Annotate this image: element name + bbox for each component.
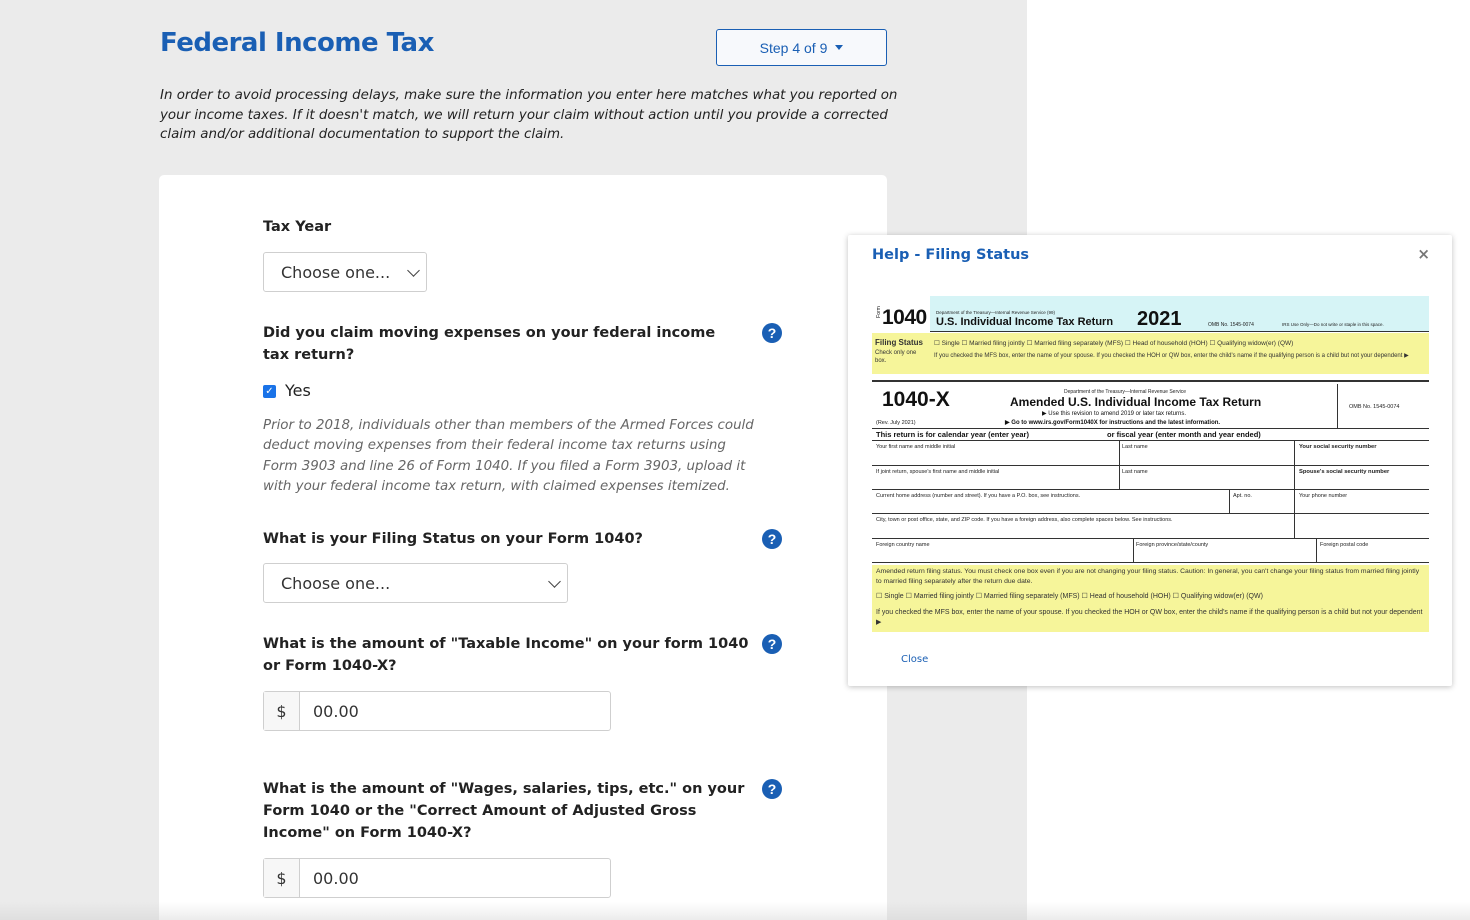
form-line (1119, 440, 1120, 490)
form-amended-options: ☐ Single ☐ Married filing jointly ☐ Marr… (876, 593, 1263, 600)
form-calendar-year: This return is for calendar year (enter … (876, 430, 1029, 439)
dollar-prefix: $ (264, 692, 300, 730)
tax-year-label: Tax Year (263, 219, 332, 235)
form-ssn: Your social security number (1299, 444, 1377, 450)
form-line (1337, 384, 1338, 428)
chevron-down-icon (407, 264, 420, 277)
form-line (1229, 489, 1230, 513)
form-line (872, 489, 1429, 490)
form-spouse-last: Last name (1122, 469, 1148, 475)
tax-year-select[interactable]: Choose one... (263, 252, 427, 292)
form-irs-use: IRS Use Only—Do not write or staple in t… (1282, 322, 1384, 327)
step-label: Step 4 of 9 (759, 39, 828, 56)
form-number-1040x: 1040-X (882, 388, 950, 411)
form-amended-note: If you checked the MFS box, enter the na… (876, 609, 1423, 626)
form-title-1040x: Amended U.S. Individual Income Tax Retur… (1010, 395, 1262, 409)
form-revision-note: ▶ Use this revision to amend 2019 or lat… (1042, 411, 1187, 417)
form-rev-date: (Rev. July 2021) (876, 420, 916, 426)
form-phone: Your phone number (1299, 493, 1348, 499)
form-filing-status: Filing Status (875, 338, 923, 347)
help-modal: Help - Filing Status × Form 1040 Departm… (848, 235, 1452, 686)
form-line (872, 380, 1429, 382)
form-year: 2021 (1137, 308, 1182, 330)
form-omb: OMB No. 1545-0074 (1208, 322, 1254, 328)
form-number-1040: 1040 (882, 306, 927, 329)
form-side-label: Form (875, 306, 882, 318)
form-status-options: ☐ Single ☐ Married filing jointly ☐ Marr… (934, 340, 1294, 347)
taxable-income-input[interactable]: 00.00 (300, 692, 610, 730)
checkmark-icon: ✓ (265, 385, 274, 397)
form-foreign-postal: Foreign postal code (1320, 542, 1369, 548)
intro-text: In order to avoid processing delays, mak… (160, 88, 898, 142)
form-line (872, 440, 1429, 441)
wages-field[interactable]: $ 00.00 (263, 858, 611, 898)
form-spouse-first: If joint return, spouse's first name and… (876, 469, 1000, 475)
modal-close-link[interactable]: Close (901, 654, 928, 665)
filing-status-label: What is your Filing Status on your Form … (263, 531, 643, 547)
modal-title: Help - Filing Status (872, 247, 1030, 263)
form-website-note: ▶ Go to www.irs.gov/Form1040X for instru… (1005, 420, 1221, 426)
moving-expenses-label: Did you claim moving expenses on your fe… (263, 325, 716, 363)
form-line (872, 428, 1429, 429)
taxable-income-field[interactable]: $ 00.00 (263, 691, 611, 731)
form-foreign-country: Foreign country name (876, 542, 930, 548)
taxable-income-label: What is the amount of "Taxable Income" o… (263, 636, 749, 674)
form-line (1316, 538, 1317, 562)
form-city: City, town or post office, state, and ZI… (876, 517, 1173, 523)
form-last-name: Last name (1122, 444, 1148, 450)
form-omb-2: OMB No. 1545-0074 (1349, 404, 1400, 410)
form-amended-status: Amended return filing status. You must c… (876, 568, 1420, 585)
form-apt: Apt. no. (1233, 493, 1252, 499)
bottom-fade (0, 902, 1470, 920)
form-line (930, 331, 1429, 332)
moving-expenses-note: Prior to 2018, individuals other than me… (263, 418, 754, 494)
form-line (872, 465, 1429, 466)
wages-label: What is the amount of "Wages, salaries, … (263, 781, 745, 841)
filing-status-value: Choose one... (281, 573, 391, 593)
form-1040-image: Form 1040 Department of the Treasury—Int… (872, 296, 1429, 632)
form-first-name: Your first name and middle initial (876, 444, 956, 450)
form-line (872, 513, 1429, 514)
form-line (872, 562, 1429, 563)
tax-year-value: Choose one... (281, 262, 391, 282)
step-dropdown-button[interactable]: Step 4 of 9 (716, 29, 887, 66)
form-line (1133, 538, 1134, 562)
form-line (872, 538, 1429, 539)
help-icon[interactable]: ? (762, 634, 782, 654)
caret-down-icon (835, 45, 844, 50)
wages-input[interactable]: 00.00 (300, 859, 610, 897)
help-icon[interactable]: ? (762, 529, 782, 549)
form-dept: Department of the Treasury—Internal Reve… (936, 310, 1056, 315)
form-check-only: Check only one box. (875, 350, 917, 364)
close-icon[interactable]: × (1417, 245, 1430, 263)
moving-expenses-checkbox[interactable]: ✓ (263, 385, 276, 398)
form-title-1040: U.S. Individual Income Tax Return (936, 316, 1114, 328)
help-icon[interactable]: ? (762, 323, 782, 343)
form-fiscal-year: or fiscal year (enter month and year end… (1107, 430, 1261, 439)
help-icon[interactable]: ? (762, 779, 782, 799)
moving-expenses-yes-label[interactable]: Yes (285, 381, 311, 400)
chevron-down-icon (548, 575, 561, 588)
page-title: Federal Income Tax (160, 28, 434, 58)
form-line (1294, 440, 1295, 538)
form-status-note: If you checked the MFS box, enter the na… (934, 353, 1409, 359)
form-spouse-ssn: Spouse's social security number (1299, 469, 1390, 475)
filing-status-select[interactable]: Choose one... (263, 563, 568, 603)
form-foreign-province: Foreign province/state/county (1136, 542, 1209, 548)
form-address: Current home address (number and street)… (876, 493, 1081, 499)
dollar-prefix: $ (264, 859, 300, 897)
